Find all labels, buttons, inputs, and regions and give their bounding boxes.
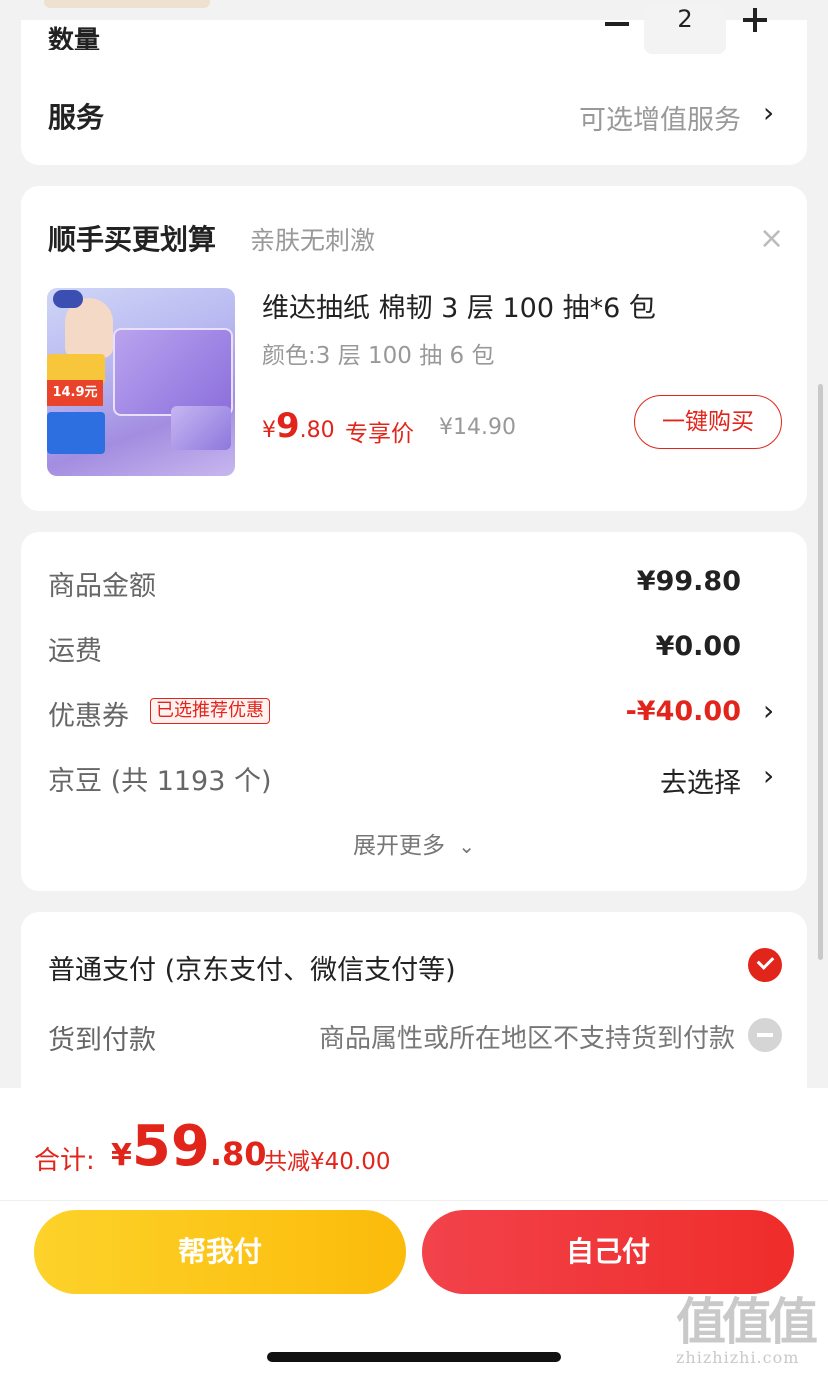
recommend-product-spec: 颜色:3 层 100 抽 6 包 xyxy=(262,343,495,369)
checked-icon[interactable] xyxy=(748,948,782,982)
close-icon[interactable]: × xyxy=(759,224,784,254)
promo-price-banner: 14.9元 xyxy=(47,380,103,406)
watermark: 值值值 zhizhizhi.com xyxy=(676,1296,822,1376)
price-summary-card: 商品金额 ¥99.80 运费 ¥0.00 优惠券 已选推荐优惠 -¥40.00 … xyxy=(21,532,807,891)
chevron-right-icon[interactable]: › xyxy=(763,694,774,727)
order-options-card: 数量 2 服务 可选增值服务 › xyxy=(21,6,807,165)
cod-label: 货到付款 xyxy=(48,1025,156,1056)
product-thumbnail-partial xyxy=(44,0,210,8)
total-symbol: ¥ xyxy=(111,1138,132,1173)
brand-logo xyxy=(53,290,83,308)
coupon-label: 优惠券 xyxy=(48,701,129,732)
total-decimal: .80 xyxy=(209,1135,267,1173)
payment-card: 普通支付 (京东支付、微信支付等) 货到付款 商品属性或所在地区不支持货到付款 xyxy=(21,912,807,1112)
quantity-label: 数量 xyxy=(48,26,101,50)
price-decimal: .80 xyxy=(299,418,335,443)
recommend-price: ¥9.80 xyxy=(262,406,335,446)
total-price: ¥59.80 xyxy=(111,1114,267,1179)
shipping-value: ¥0.00 xyxy=(655,631,741,662)
watermark-site: zhizhizhi.com xyxy=(676,1348,800,1367)
jingdou-label: 京豆 (共 1193 个) xyxy=(48,766,272,797)
exclusive-price-label: 专享价 xyxy=(345,421,414,447)
price-symbol: ¥ xyxy=(262,418,276,443)
goods-amount-label: 商品金额 xyxy=(48,571,156,602)
recommend-product-name[interactable]: 维达抽纸 棉韧 3 层 100 抽*6 包 xyxy=(262,286,656,325)
tissue-pack xyxy=(113,328,233,416)
jingdou-value[interactable]: 去选择 xyxy=(660,761,741,800)
chevron-down-icon: ⌄ xyxy=(458,834,476,858)
tissue-pack-small xyxy=(171,406,231,450)
quantity-increase-button[interactable] xyxy=(743,8,767,32)
one-click-buy-button[interactable]: 一键购买 xyxy=(634,395,782,449)
quantity-value[interactable]: 2 xyxy=(644,6,726,54)
recommend-card: 顺手买更划算 亲肤无刺激 × 14.9元 维达抽纸 棉韧 3 层 100 抽*6… xyxy=(21,186,807,511)
expand-more-button[interactable]: 展开更多 ⌄ xyxy=(21,826,807,860)
original-price: ¥14.90 xyxy=(439,415,516,440)
expand-more-label: 展开更多 xyxy=(352,833,445,859)
chevron-right-icon[interactable]: › xyxy=(763,96,774,129)
self-pay-button[interactable]: 自己付 xyxy=(422,1210,794,1294)
service-value[interactable]: 可选增值服务 xyxy=(579,98,741,137)
total-integer: 59 xyxy=(131,1114,210,1179)
disabled-icon xyxy=(748,1018,782,1052)
total-saving: 共减¥40.00 xyxy=(264,1149,391,1175)
shipping-label: 运费 xyxy=(48,636,102,667)
recommend-title: 顺手买更划算 xyxy=(48,223,217,256)
cod-note: 商品属性或所在地区不支持货到付款 xyxy=(318,1024,735,1054)
watermark-glyph: 值值值 xyxy=(676,1292,818,1351)
product-image[interactable]: 14.9元 xyxy=(47,288,235,476)
chevron-right-icon[interactable]: › xyxy=(763,759,774,792)
home-indicator[interactable] xyxy=(267,1352,561,1362)
divider xyxy=(0,1200,828,1201)
scrollbar[interactable] xyxy=(818,384,823,960)
service-label: 服务 xyxy=(48,101,105,134)
help-pay-button[interactable]: 帮我付 xyxy=(34,1210,406,1294)
normal-payment-label[interactable]: 普通支付 (京东支付、微信支付等) xyxy=(48,948,456,987)
recommend-subtitle: 亲肤无刺激 xyxy=(250,226,376,255)
total-label: 合计: xyxy=(34,1146,95,1176)
price-integer: 9 xyxy=(276,406,300,446)
coupon-value[interactable]: -¥40.00 xyxy=(626,696,741,727)
promo-info-banner xyxy=(47,412,105,454)
quantity-decrease-button[interactable] xyxy=(605,22,629,26)
goods-amount-value: ¥99.80 xyxy=(636,566,741,597)
coupon-badge: 已选推荐优惠 xyxy=(150,698,270,724)
promo-price-text: 14.9元 xyxy=(52,385,98,400)
